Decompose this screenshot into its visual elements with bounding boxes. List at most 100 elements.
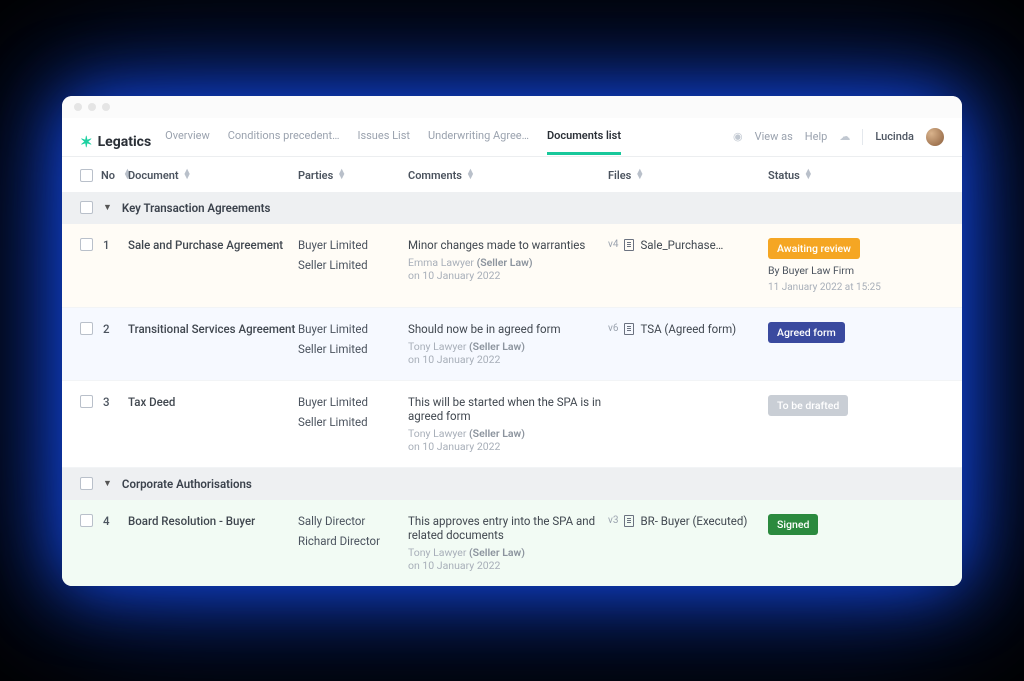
table-row[interactable]: 4 Board Resolution - BuyerSally DirectorR… (62, 500, 962, 586)
files-cell[interactable]: v6 TSA (Agreed form) (608, 322, 768, 336)
comments-cell: Should now be in agreed form Tony Lawyer … (408, 322, 608, 366)
sort-icon[interactable]: ▲▼ (466, 170, 475, 180)
caret-down-icon[interactable]: ▼ (103, 202, 112, 213)
table-row[interactable]: 1 Sale and Purchase AgreementBuyer Limite… (62, 224, 962, 308)
cloud-icon[interactable]: ☁ (839, 130, 850, 143)
brand-icon: ✶ (80, 133, 93, 151)
section-header[interactable]: ▼Corporate Authorisations (62, 468, 962, 500)
document-name: Transitional Services Agreement (128, 322, 298, 336)
comments-cell: This approves entry into the SPA and rel… (408, 514, 608, 572)
col-status-label: Status (768, 169, 800, 182)
col-comments[interactable]: Comments ▲▼ (408, 169, 608, 182)
status-badge[interactable]: To be drafted (768, 395, 848, 416)
file-name: Sale_Purchase… (640, 238, 723, 252)
document-name: Board Resolution - Buyer (128, 514, 298, 528)
status-by: By Buyer Law Firm (768, 264, 854, 277)
window-dot[interactable] (74, 103, 82, 111)
brand[interactable]: ✶ Legatics (80, 133, 151, 151)
section-checkbox[interactable] (80, 477, 93, 490)
col-no-label: No (101, 169, 115, 182)
col-parties[interactable]: Parties ▲▼ (298, 169, 408, 182)
brand-label: Legatics (98, 134, 152, 150)
sort-icon[interactable]: ▲▼ (804, 170, 813, 180)
file-version: v6 (608, 323, 618, 334)
file-icon (624, 515, 634, 527)
table-row[interactable]: 2 Transitional Services AgreementBuyer Li… (62, 308, 962, 381)
row-checkbox[interactable] (80, 514, 93, 527)
file-version: v3 (608, 515, 618, 526)
files-cell[interactable]: v3 BR- Buyer (Executed) (608, 514, 768, 528)
status-cell: Agreed form (768, 322, 908, 343)
party-name: Seller Limited (298, 258, 408, 272)
comment-date: on 10 January 2022 (408, 440, 608, 453)
status-badge[interactable]: Signed (768, 514, 818, 535)
comment-text: Minor changes made to warranties (408, 238, 608, 252)
party-name: Sally Director (298, 514, 408, 528)
comment-meta: Tony Lawyer (Seller Law) (408, 427, 608, 440)
sort-icon[interactable]: ▲▼ (337, 170, 346, 180)
nav-tab[interactable]: Issues List (357, 129, 410, 155)
comment-meta: Tony Lawyer (Seller Law) (408, 340, 608, 353)
table-row[interactable]: 3Tax DeedBuyer LimitedSeller LimitedThis… (62, 381, 962, 468)
user-name[interactable]: Lucinda (875, 130, 914, 143)
parties-cell: Buyer LimitedSeller Limited (298, 322, 408, 362)
section-header[interactable]: ▼Key Transaction Agreements (62, 192, 962, 224)
comment-date: on 10 January 2022 (408, 353, 608, 366)
file-name: BR- Buyer (Executed) (640, 514, 747, 528)
row-number: 2 (103, 322, 110, 336)
file-name: TSA (Agreed form) (640, 322, 736, 336)
nav-tab[interactable]: Documents list (547, 129, 621, 155)
party-name: Buyer Limited (298, 395, 408, 409)
select-all-checkbox[interactable] (80, 169, 93, 182)
comment-meta: Emma Lawyer (Seller Law) (408, 256, 608, 269)
files-cell[interactable]: v4 Sale_Purchase… (608, 238, 768, 252)
col-no[interactable]: No ▲▼ (80, 169, 128, 182)
help-link[interactable]: Help (805, 130, 828, 143)
comment-meta: Tony Lawyer (Seller Law) (408, 546, 608, 559)
section-checkbox[interactable] (80, 201, 93, 214)
parties-cell: Buyer Limited Seller Limited (298, 238, 408, 278)
window-dot[interactable] (102, 103, 110, 111)
parties-cell: Sally DirectorRichard Director (298, 514, 408, 554)
caret-down-icon[interactable]: ▼ (103, 478, 112, 489)
sort-icon[interactable]: ▲▼ (183, 170, 192, 180)
nav-tab[interactable]: Conditions precedent… (228, 129, 340, 155)
nav-divider (862, 129, 863, 145)
top-nav: ✶ Legatics Overview Conditions precedent…… (62, 118, 962, 157)
file-icon (624, 239, 634, 251)
row-checkbox[interactable] (80, 395, 93, 408)
col-document[interactable]: Document ▲▼ (128, 169, 298, 182)
nav-tab[interactable]: Overview (165, 129, 210, 155)
comments-cell: Minor changes made to warranties Emma Law… (408, 238, 608, 282)
eye-icon: ◉ (733, 130, 743, 143)
window-dot[interactable] (88, 103, 96, 111)
avatar[interactable] (926, 128, 944, 146)
view-as-link[interactable]: View as (755, 130, 793, 143)
col-document-label: Document (128, 169, 179, 182)
col-files[interactable]: Files ▲▼ (608, 169, 768, 182)
file-version: v4 (608, 239, 618, 250)
nav-tabs: Overview Conditions precedent… Issues List… (165, 129, 621, 155)
document-name: Tax Deed (128, 395, 298, 409)
document-name: Sale and Purchase Agreement (128, 238, 298, 252)
parties-cell: Buyer LimitedSeller Limited (298, 395, 408, 435)
comment-text: This approves entry into the SPA and rel… (408, 514, 608, 542)
row-number: 1 (103, 238, 110, 252)
comment-text: Should now be in agreed form (408, 322, 608, 336)
status-cell: To be drafted (768, 395, 908, 416)
row-number: 4 (103, 514, 110, 528)
comment-text: This will be started when the SPA is in … (408, 395, 608, 423)
row-checkbox[interactable] (80, 238, 93, 251)
col-parties-label: Parties (298, 169, 333, 182)
status-badge[interactable]: Agreed form (768, 322, 845, 343)
nav-tab[interactable]: Underwriting Agree… (428, 129, 529, 155)
party-name: Buyer Limited (298, 322, 408, 336)
row-checkbox[interactable] (80, 322, 93, 335)
documents-table: No ▲▼ Document ▲▼ Parties ▲▼ Comments ▲▼… (62, 157, 962, 586)
party-name: Buyer Limited (298, 238, 408, 252)
table-header: No ▲▼ Document ▲▼ Parties ▲▼ Comments ▲▼… (62, 157, 962, 192)
sort-icon[interactable]: ▲▼ (635, 170, 644, 180)
comment-date: on 10 January 2022 (408, 559, 608, 572)
col-status[interactable]: Status ▲▼ (768, 169, 908, 182)
status-badge[interactable]: Awaiting review (768, 238, 860, 259)
